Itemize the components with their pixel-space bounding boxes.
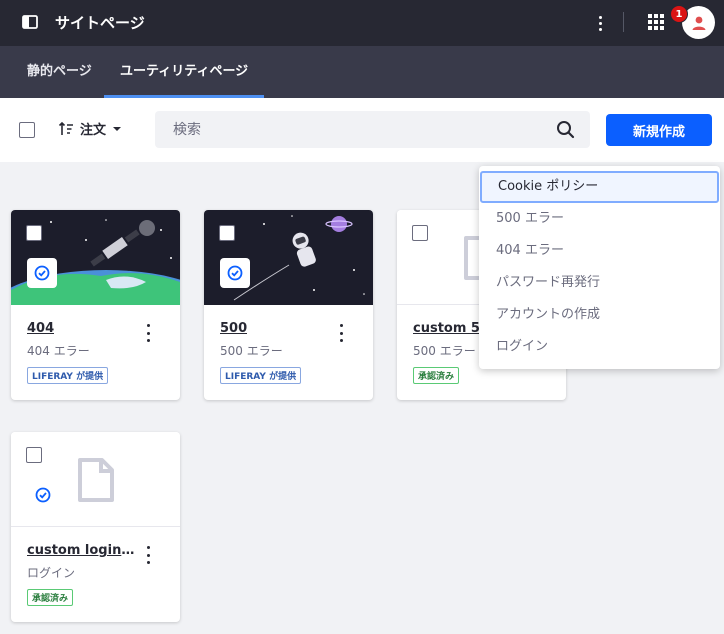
menu-item-create-account[interactable]: アカウントの作成 bbox=[480, 299, 719, 331]
select-all-checkbox[interactable] bbox=[19, 122, 35, 138]
page-card[interactable]: 500 500 エラー LIFERAY が提供 bbox=[204, 210, 373, 400]
card-checkbox[interactable] bbox=[26, 447, 42, 463]
search-icon[interactable] bbox=[556, 120, 575, 139]
management-toolbar: 注文 新規作成 bbox=[0, 98, 724, 162]
page-card[interactable]: 404 404 エラー LIFERAY が提供 bbox=[11, 210, 180, 400]
menu-item-password-reset[interactable]: パスワード再発行 bbox=[480, 267, 719, 299]
card-subtitle: 404 エラー bbox=[27, 344, 90, 358]
menu-item-cookie-policy[interactable]: Cookie ポリシー bbox=[480, 171, 719, 203]
new-page-dropdown: Cookie ポリシー 500 エラー 404 エラー パスワード再発行 アカウ… bbox=[479, 166, 720, 369]
page-card[interactable]: custom login ... ログイン 承認済み bbox=[11, 432, 180, 622]
sort-order-dropdown[interactable]: 注文 bbox=[58, 119, 122, 138]
card-title[interactable]: 500 bbox=[220, 321, 247, 336]
card-actions-icon[interactable] bbox=[144, 546, 152, 564]
tab-utility-pages[interactable]: ユーティリティページ bbox=[104, 46, 265, 98]
menu-item-login[interactable]: ログイン bbox=[480, 331, 719, 363]
card-label: 承認済み bbox=[413, 367, 460, 384]
navigation-tabs: 静的ページ ユーティリティページ bbox=[0, 46, 724, 98]
card-status-badge bbox=[220, 258, 250, 288]
menu-item-404-error[interactable]: 404 エラー bbox=[480, 235, 719, 267]
card-label: LIFERAY が提供 bbox=[220, 367, 302, 384]
card-title[interactable]: custom login ... bbox=[27, 543, 135, 558]
card-checkbox[interactable] bbox=[412, 225, 428, 241]
top-bar: サイトページ 1 bbox=[0, 0, 724, 46]
check-circle-icon bbox=[34, 265, 50, 281]
check-circle-icon bbox=[35, 487, 51, 503]
user-icon bbox=[692, 16, 705, 30]
card-checkbox[interactable] bbox=[26, 225, 42, 241]
card-status-badge bbox=[27, 258, 57, 288]
card-subtitle: 500 エラー bbox=[413, 344, 476, 358]
sort-icon bbox=[58, 121, 73, 135]
card-subtitle: ログイン bbox=[27, 566, 76, 580]
document-icon bbox=[78, 458, 114, 502]
new-button[interactable]: 新規作成 bbox=[606, 114, 712, 146]
search-bar bbox=[155, 111, 590, 148]
more-options-icon[interactable] bbox=[593, 13, 607, 33]
card-status-badge bbox=[28, 480, 58, 510]
notification-badge[interactable]: 1 bbox=[670, 5, 688, 23]
sort-label: 注文 bbox=[80, 123, 107, 138]
check-circle-icon bbox=[227, 265, 243, 281]
apps-grid-icon[interactable] bbox=[648, 14, 664, 30]
card-label: 承認済み bbox=[27, 589, 74, 606]
card-actions-icon[interactable] bbox=[337, 324, 345, 342]
caret-down-icon bbox=[113, 126, 122, 131]
card-title[interactable]: 404 bbox=[27, 321, 54, 336]
tab-static-pages[interactable]: 静的ページ bbox=[11, 46, 108, 98]
search-input[interactable] bbox=[155, 111, 535, 148]
card-checkbox[interactable] bbox=[219, 225, 235, 241]
card-actions-icon[interactable] bbox=[144, 324, 152, 342]
card-subtitle: 500 エラー bbox=[220, 344, 283, 358]
divider bbox=[623, 12, 624, 32]
sidebar-toggle-icon[interactable] bbox=[22, 14, 38, 30]
card-label: LIFERAY が提供 bbox=[27, 367, 109, 384]
menu-item-500-error[interactable]: 500 エラー bbox=[480, 203, 719, 235]
site-title: サイトページ bbox=[55, 14, 145, 32]
